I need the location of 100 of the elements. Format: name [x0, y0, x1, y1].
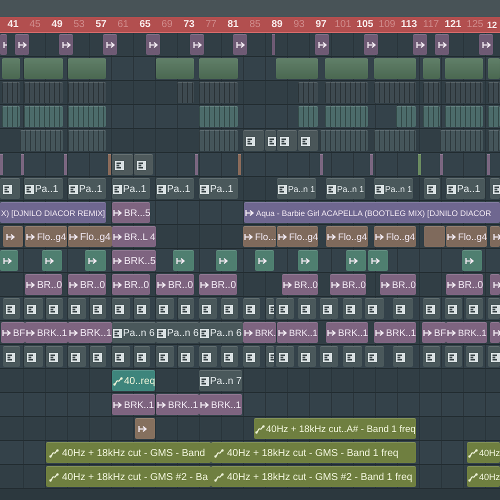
playlist-clip[interactable]: Flo..g4 [277, 226, 318, 247]
playlist-clip[interactable]: BR..0 [112, 274, 150, 295]
playlist-clip[interactable]: Pa..n 1 [326, 178, 365, 199]
playlist-clip[interactable]: Flo... [243, 226, 276, 247]
playlist-clip[interactable] [423, 82, 440, 103]
playlist-clip[interactable] [435, 34, 449, 55]
playlist-clip[interactable] [134, 154, 153, 175]
playlist-clip[interactable] [396, 106, 416, 127]
playlist-clip[interactable] [243, 130, 264, 151]
playlist-clip[interactable]: 40Hz [467, 442, 500, 463]
playlist-clip[interactable]: 40..req [112, 370, 155, 391]
playlist-clip[interactable] [2, 82, 20, 103]
playlist-clip[interactable] [112, 154, 133, 175]
playlist-clip[interactable] [46, 346, 63, 367]
playlist-clip[interactable] [277, 130, 297, 151]
playlist-clip[interactable] [488, 130, 500, 151]
playlist-clip[interactable]: 40Hz + 18kHz cut - GMS - Band 1 freq [211, 442, 416, 463]
playlist-clip[interactable]: BRK..1 [68, 322, 112, 343]
playlist-clip[interactable]: Pa..1 [112, 178, 150, 199]
playlist-clip[interactable] [177, 82, 194, 103]
playlist-clip[interactable] [445, 106, 483, 127]
playlist-clip[interactable] [325, 58, 368, 79]
playlist-clip[interactable] [298, 130, 318, 151]
playlist-clip[interactable]: BRK..1 [446, 322, 487, 343]
playlist-clip[interactable] [20, 130, 63, 151]
playlist-clip[interactable] [365, 346, 384, 367]
playlist-clip[interactable] [243, 346, 260, 367]
clip-marker[interactable] [272, 34, 275, 55]
clip-marker[interactable] [418, 154, 421, 175]
playlist-clip[interactable] [24, 298, 43, 319]
playlist-clip[interactable]: Pa..1 [156, 178, 194, 199]
playlist-clip[interactable] [488, 106, 500, 127]
playlist-clip[interactable]: BR..0 [380, 274, 416, 295]
playlist-clip[interactable]: X) [DJNILO DIACOR REMIX] [0, 202, 106, 223]
playlist-clip[interactable] [112, 346, 130, 367]
playlist-clip[interactable]: Flo..g4 [374, 226, 416, 247]
playlist-clip[interactable]: BRK..1 [326, 322, 368, 343]
playlist-clip[interactable] [298, 82, 318, 103]
playlist-clip[interactable] [266, 346, 274, 367]
playlist-clip[interactable] [0, 34, 7, 55]
playlist-clip[interactable]: BR..0 [446, 274, 483, 295]
playlist-clip[interactable]: 40Hz + 18kHz cut - GMS #2 - Band 1 freq [211, 466, 416, 487]
playlist-clip[interactable] [68, 106, 106, 127]
clip-marker[interactable] [0, 154, 3, 175]
playlist-clip[interactable] [2, 106, 20, 127]
playlist-clip[interactable]: BR..0 [68, 274, 106, 295]
playlist-clip[interactable] [479, 34, 493, 55]
playlist-clip[interactable] [134, 346, 150, 367]
playlist-clip[interactable]: Flo..g4 [68, 226, 112, 247]
playlist-clip[interactable] [413, 34, 427, 55]
playlist-clip[interactable] [368, 250, 388, 271]
playlist-clip[interactable] [156, 346, 174, 367]
playlist-clip[interactable] [0, 178, 20, 199]
playlist-clip[interactable] [24, 346, 43, 367]
playlist-clip[interactable] [24, 106, 63, 127]
playlist-clip[interactable] [445, 82, 483, 103]
playlist-clip[interactable]: 40Hz + 18kHz cut..A# - Band 1 freq [254, 418, 416, 439]
playlist-clip[interactable] [46, 298, 63, 319]
playlist-clip[interactable]: BR..0 [199, 274, 237, 295]
playlist-clip[interactable] [3, 346, 20, 367]
playlist-clip[interactable] [325, 82, 368, 103]
playlist-clip[interactable] [490, 178, 500, 199]
playlist-clip[interactable] [490, 226, 500, 247]
playlist-clip[interactable] [3, 298, 20, 319]
playlist-clip[interactable]: BR...5 [112, 202, 150, 223]
playlist-clip[interactable]: Flo..g4 [446, 226, 487, 247]
playlist-clip[interactable] [466, 298, 483, 319]
playlist-clip[interactable] [2, 58, 20, 79]
playlist-clip[interactable] [346, 250, 366, 271]
playlist-clip[interactable] [199, 106, 238, 127]
playlist-clip[interactable] [393, 298, 413, 319]
playlist-clip[interactable] [178, 346, 194, 367]
playlist-clip[interactable]: BR..0 [25, 274, 62, 295]
playlist-clip[interactable] [423, 58, 440, 79]
playlist-clip[interactable]: Flo..g4 [25, 226, 67, 247]
playlist-clip[interactable] [423, 346, 440, 367]
playlist-clip[interactable] [488, 82, 500, 103]
playlist-clip[interactable]: Pa..1 [446, 178, 485, 199]
playlist-clip[interactable]: Aqua - Barbie Girl ACAPELLA (BOOTLEG MIX) [DJNILO DIACOR [244, 202, 500, 223]
playlist-clip[interactable] [440, 130, 483, 151]
playlist-clip[interactable] [315, 34, 329, 55]
playlist-clip[interactable] [298, 106, 318, 127]
playlist-clip[interactable]: BR..0 [330, 274, 366, 295]
playlist-clip[interactable] [24, 58, 63, 79]
playlist-clip[interactable]: 40Hz [467, 466, 500, 487]
playlist-clip[interactable] [490, 322, 500, 343]
playlist-clip[interactable] [374, 130, 416, 151]
playlist-clip[interactable] [276, 298, 294, 319]
playlist-clip[interactable] [42, 250, 62, 271]
playlist-clip[interactable]: BRK. [243, 322, 276, 343]
playlist-clip[interactable]: Pa..1 [24, 178, 63, 199]
playlist-clip[interactable]: Pa..n 1 [374, 178, 413, 199]
playlist-clip[interactable]: BRK..1 [374, 322, 416, 343]
playlist-clip[interactable] [445, 298, 462, 319]
playlist-clip[interactable] [374, 82, 416, 103]
clip-marker[interactable] [440, 154, 443, 175]
playlist-clip[interactable] [3, 226, 23, 247]
playlist-clip[interactable]: BRK..5 [112, 250, 156, 271]
playlist-clip[interactable]: Pa..n 6 [199, 322, 243, 343]
playlist-clip[interactable] [24, 82, 63, 103]
